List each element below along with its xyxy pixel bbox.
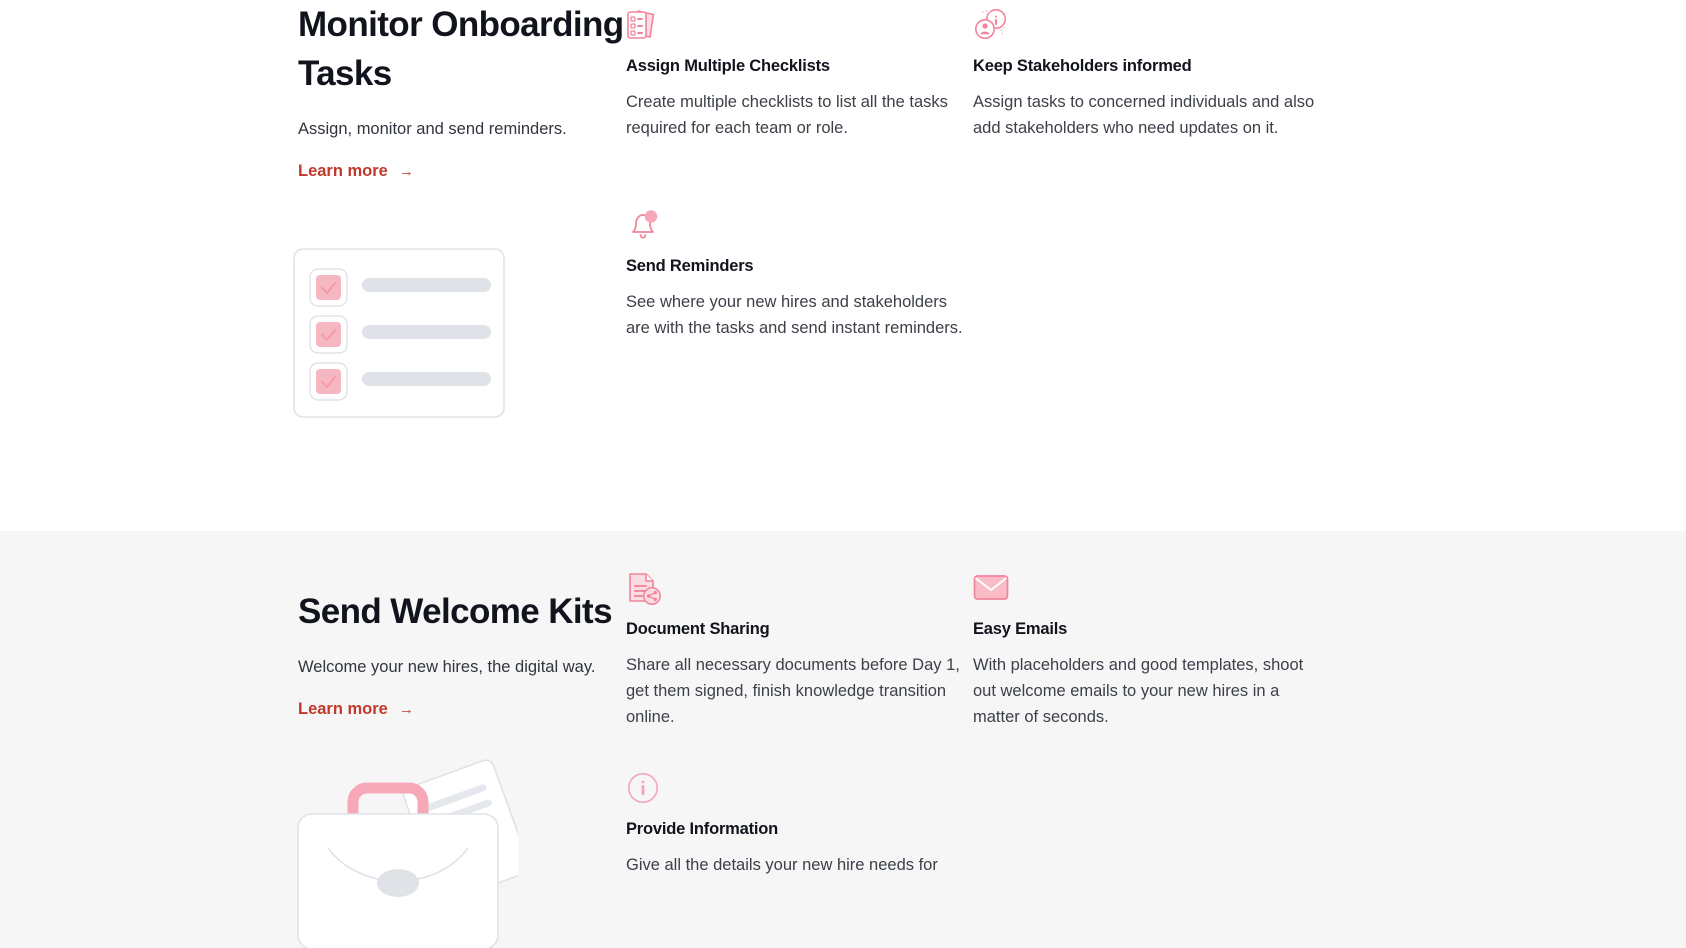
feature-title: Provide Information [626, 820, 779, 838]
document-share-icon [626, 571, 971, 613]
envelope-icon [973, 571, 1318, 613]
section-monitor-onboarding-tasks: Monitor Onboarding Tasks Assign, monitor… [0, 0, 1686, 531]
feature-description: With placeholders and good templates, sh… [973, 656, 1304, 726]
bell-reminder-icon [626, 208, 971, 250]
feature-provide-information: Provide Information Give all the details… [626, 771, 971, 878]
feature-description: See where your new hires and stakeholder… [626, 293, 963, 337]
feature-title: Document Sharing [626, 620, 770, 638]
checklist-card-illustration [293, 248, 505, 423]
section-subtitle: Assign, monitor and send reminders. [298, 120, 567, 138]
section-1-left-column: Monitor Onboarding Tasks Assign, monitor… [298, 0, 628, 181]
page-title: Monitor Onboarding Tasks [298, 5, 624, 93]
landing-page: Monitor Onboarding Tasks Assign, monitor… [0, 0, 1686, 948]
learn-more-link-welcome-kits[interactable]: Learn more → [298, 700, 414, 719]
arrow-right-icon: → [398, 163, 414, 180]
learn-more-label: Learn more [298, 700, 388, 718]
feature-keep-stakeholders-informed: Keep Stakeholders informed Assign tasks … [973, 8, 1318, 141]
info-circle-icon [626, 771, 971, 813]
feature-title: Keep Stakeholders informed [973, 57, 1192, 75]
section-title: Send Welcome Kits [298, 592, 613, 631]
feature-easy-emails: Easy Emails With placeholders and good t… [973, 571, 1318, 730]
feature-description: Share all necessary documents before Day… [626, 656, 960, 726]
feature-description: Give all the details your new hire needs… [626, 856, 938, 874]
section-subtitle: Welcome your new hires, the digital way. [298, 658, 596, 676]
checklist-icon [626, 8, 971, 50]
section-2-left-column: Send Welcome Kits Welcome your new hires… [298, 587, 628, 719]
feature-assign-multiple-checklists: Assign Multiple Checklists Create multip… [626, 8, 971, 141]
briefcase-illustration [288, 756, 531, 948]
arrow-right-icon: → [398, 701, 414, 718]
feature-title: Easy Emails [973, 620, 1068, 638]
feature-title: Send Reminders [626, 257, 754, 275]
section-send-welcome-kits: Send Welcome Kits Welcome your new hires… [0, 531, 1686, 948]
stakeholder-info-icon [973, 8, 1318, 50]
feature-description: Create multiple checklists to list all t… [626, 93, 948, 137]
feature-title: Assign Multiple Checklists [626, 57, 830, 75]
feature-document-sharing: Document Sharing Share all necessary doc… [626, 571, 971, 730]
feature-description: Assign tasks to concerned individuals an… [973, 93, 1315, 137]
learn-more-label: Learn more [298, 162, 388, 180]
learn-more-link-monitor-onboarding[interactable]: Learn more → [298, 162, 414, 181]
feature-send-reminders: Send Reminders See where your new hires … [626, 208, 971, 341]
